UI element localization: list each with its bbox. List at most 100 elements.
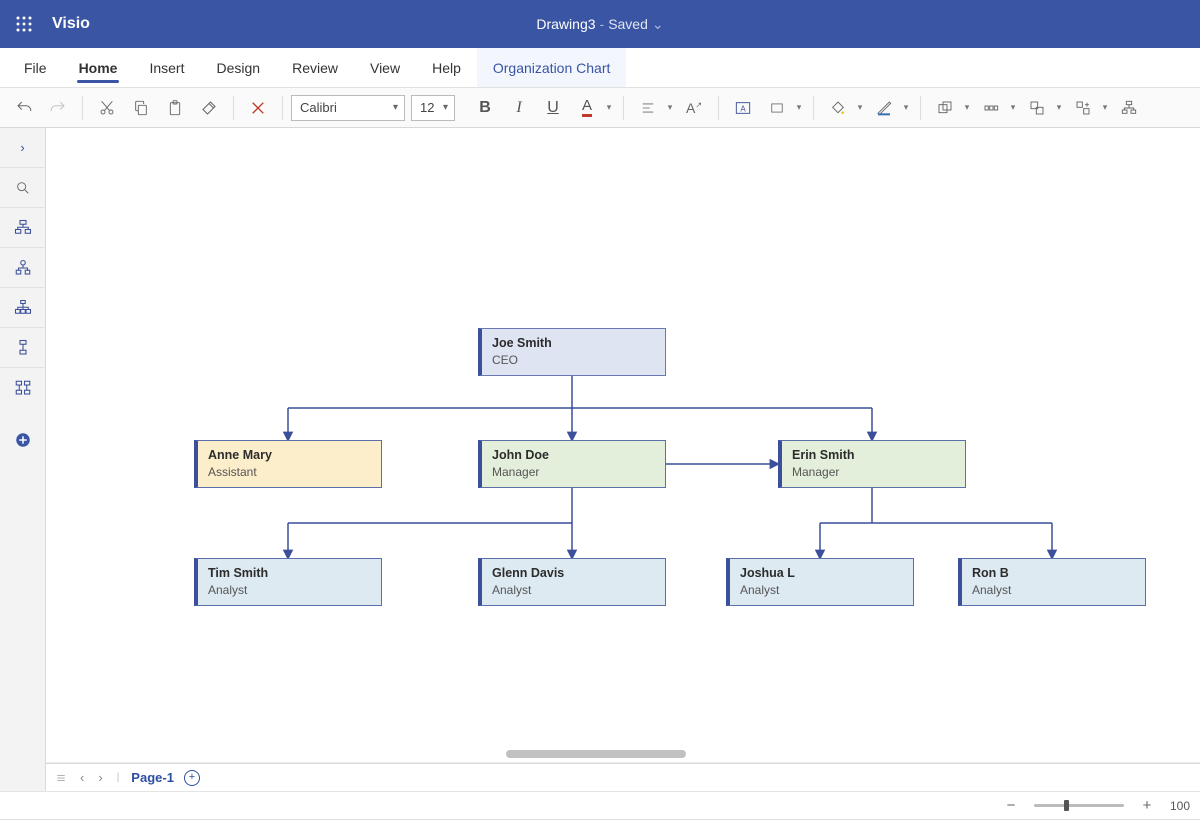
org-node-mgr2[interactable]: Erin SmithManager — [778, 440, 966, 488]
page-tab[interactable]: Page-1 — [131, 770, 174, 785]
copy-button[interactable] — [125, 92, 157, 124]
node-name: Tim Smith — [208, 566, 371, 582]
org-node-a3[interactable]: Joshua LAnalyst — [726, 558, 914, 606]
font-name-select[interactable]: Calibri ▾ — [291, 95, 405, 121]
increase-font-button[interactable]: A↗ — [678, 92, 710, 124]
font-size-select[interactable]: 12 ▾ — [411, 95, 455, 121]
chevron-down-icon: ▾ — [1099, 102, 1111, 113]
chevron-down-icon: ▾ — [854, 102, 866, 113]
delete-button[interactable] — [242, 92, 274, 124]
undo-button[interactable] — [8, 92, 40, 124]
plus-circle-icon — [14, 431, 32, 449]
tab-insert[interactable]: Insert — [133, 48, 200, 87]
font-color-button[interactable]: A ▾ — [571, 92, 615, 124]
tab-help[interactable]: Help — [416, 48, 477, 87]
stencil-1-button[interactable] — [0, 208, 46, 248]
next-page-button[interactable]: › — [96, 770, 104, 785]
tab-design[interactable]: Design — [200, 48, 276, 87]
paste-button[interactable] — [159, 92, 191, 124]
line-color-button[interactable]: ▾ — [868, 92, 912, 124]
stencil-5-button[interactable] — [0, 368, 46, 408]
cut-button[interactable] — [91, 92, 123, 124]
change-shape-icon — [1074, 100, 1092, 116]
expand-panel-button[interactable]: › — [0, 128, 46, 168]
multi-icon — [13, 379, 33, 397]
org-node-mgr1[interactable]: John DoeManager — [478, 440, 666, 488]
change-shape-button[interactable]: ▾ — [1067, 92, 1111, 124]
font-color-icon: A — [582, 98, 592, 117]
tab-home[interactable]: Home — [63, 48, 134, 87]
app-launcher-button[interactable] — [0, 0, 48, 48]
horizontal-scrollbar-thumb[interactable] — [506, 750, 686, 758]
org-node-asst[interactable]: Anne MaryAssistant — [194, 440, 382, 488]
font-size-value: 12 — [420, 100, 434, 115]
zoom-level[interactable]: 100 — [1170, 799, 1190, 813]
bold-icon: B — [479, 99, 491, 117]
add-stencil-button[interactable] — [0, 420, 46, 460]
zoom-in-button[interactable]: + — [1138, 797, 1156, 814]
underline-icon: U — [547, 99, 559, 117]
redo-button[interactable] — [42, 92, 74, 124]
stencil-2-button[interactable] — [0, 248, 46, 288]
position-button[interactable]: ▾ — [975, 92, 1019, 124]
align-icon — [640, 101, 656, 115]
node-name: Joshua L — [740, 566, 903, 582]
fill-color-button[interactable]: ▾ — [822, 92, 866, 124]
search-icon — [15, 180, 31, 196]
italic-button[interactable]: I — [503, 92, 535, 124]
group-button[interactable]: ▾ — [1021, 92, 1065, 124]
org-node-a2[interactable]: Glenn DavisAnalyst — [478, 558, 666, 606]
layout-button[interactable] — [1113, 92, 1145, 124]
node-name: John Doe — [492, 448, 655, 464]
ribbon-toolbar: Calibri ▾ 12 ▾ B I U A ▾ ▾ A↗ A ▾ ▾ — [0, 88, 1200, 128]
arrange-button[interactable]: ▾ — [929, 92, 973, 124]
bold-button[interactable]: B — [469, 92, 501, 124]
zoom-out-button[interactable]: − — [1002, 797, 1020, 814]
zoom-slider[interactable] — [1034, 804, 1124, 807]
add-page-button[interactable]: + — [184, 770, 200, 786]
node-role: Analyst — [972, 583, 1135, 598]
tab-view[interactable]: View — [354, 48, 416, 87]
document-title[interactable]: Drawing3 - Saved ⌄ — [536, 16, 663, 33]
layout-icon — [1120, 100, 1138, 116]
text-box-button[interactable]: A — [727, 92, 759, 124]
distribute-icon — [982, 100, 1000, 116]
stencil-3-button[interactable] — [0, 288, 46, 328]
node-role: Analyst — [208, 583, 371, 598]
fill-icon — [830, 100, 846, 116]
align-button[interactable]: ▾ — [632, 92, 676, 124]
node-role: Analyst — [740, 583, 903, 598]
document-save-state: Saved — [608, 16, 648, 32]
chevron-down-icon: ▾ — [793, 102, 805, 113]
tab-organization-chart[interactable]: Organization Chart — [477, 48, 627, 87]
node-name: Joe Smith — [492, 336, 655, 352]
node-name: Erin Smith — [792, 448, 955, 464]
title-bar: Visio Drawing3 - Saved ⌄ — [0, 0, 1200, 48]
drawing-canvas[interactable]: Joe SmithCEO Anne MaryAssistant John DoeMa… — [46, 128, 1200, 763]
chevron-down-icon: ▾ — [603, 102, 615, 113]
shape-outline-button[interactable]: ▾ — [761, 92, 805, 124]
shape-panel-rail: › — [0, 128, 46, 791]
hierarchy-icon — [13, 259, 33, 277]
ribbon-tabs: File Home Insert Design Review View Help… — [0, 48, 1200, 88]
search-shapes-button[interactable] — [0, 168, 46, 208]
tab-review[interactable]: Review — [276, 48, 354, 87]
tab-file[interactable]: File — [8, 48, 63, 87]
org-node-a1[interactable]: Tim SmithAnalyst — [194, 558, 382, 606]
node-role: CEO — [492, 353, 655, 368]
italic-icon: I — [516, 99, 521, 117]
status-bar: − + 100 — [0, 791, 1200, 819]
chevron-down-icon: ▾ — [900, 102, 912, 113]
prev-page-button[interactable]: ‹ — [78, 770, 86, 785]
org-node-a4[interactable]: Ron BAnalyst — [958, 558, 1146, 606]
all-pages-button[interactable] — [54, 772, 68, 784]
waffle-icon — [17, 17, 32, 32]
underline-button[interactable]: U — [537, 92, 569, 124]
document-name: Drawing3 — [536, 16, 595, 32]
stencil-4-button[interactable] — [0, 328, 46, 368]
chevron-down-icon: ⌄ — [652, 16, 664, 33]
chevron-down-icon: ▾ — [443, 102, 448, 113]
format-painter-button[interactable] — [193, 92, 225, 124]
org-node-ceo[interactable]: Joe SmithCEO — [478, 328, 666, 376]
org-shapes-icon — [13, 219, 33, 237]
